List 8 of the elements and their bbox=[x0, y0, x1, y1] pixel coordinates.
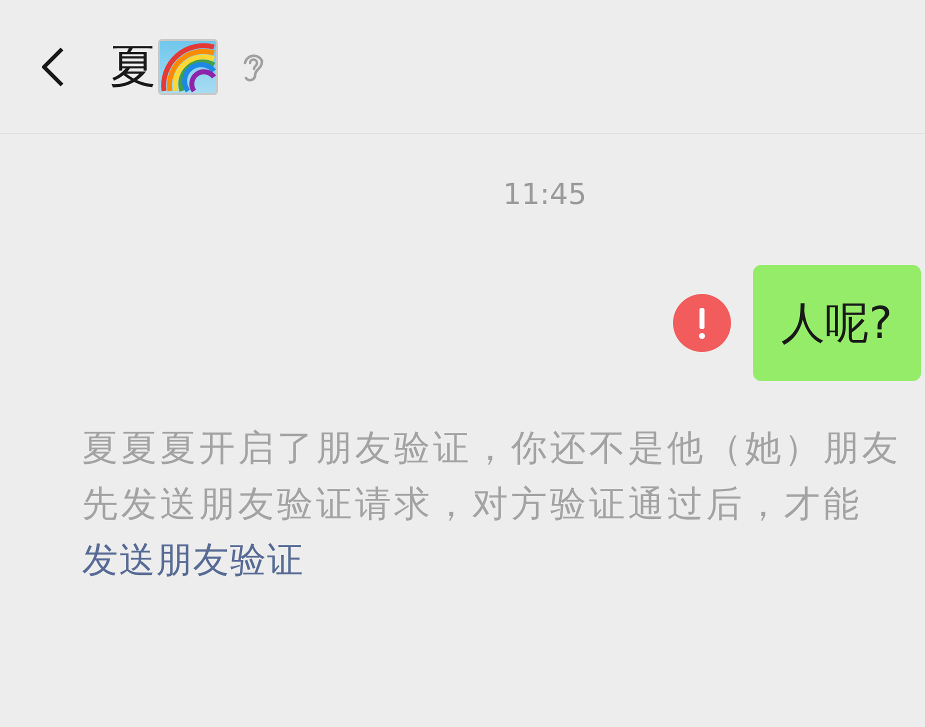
message-time: 11:45 bbox=[502, 176, 583, 212]
send-verification-link[interactable]: 发送朋友验证 bbox=[82, 533, 304, 589]
rainbow-icon bbox=[158, 38, 218, 94]
chat-title: 夏 bbox=[110, 38, 156, 94]
error-icon[interactable] bbox=[673, 294, 731, 352]
system-notice: 先发送朋友验证请求，对方验证通过后，才能 bbox=[82, 483, 863, 527]
system-notice: 夏夏夏开启了朋友验证，你还不是他（她）朋友 bbox=[82, 427, 902, 471]
message-bubble: 人呢? bbox=[753, 265, 921, 381]
